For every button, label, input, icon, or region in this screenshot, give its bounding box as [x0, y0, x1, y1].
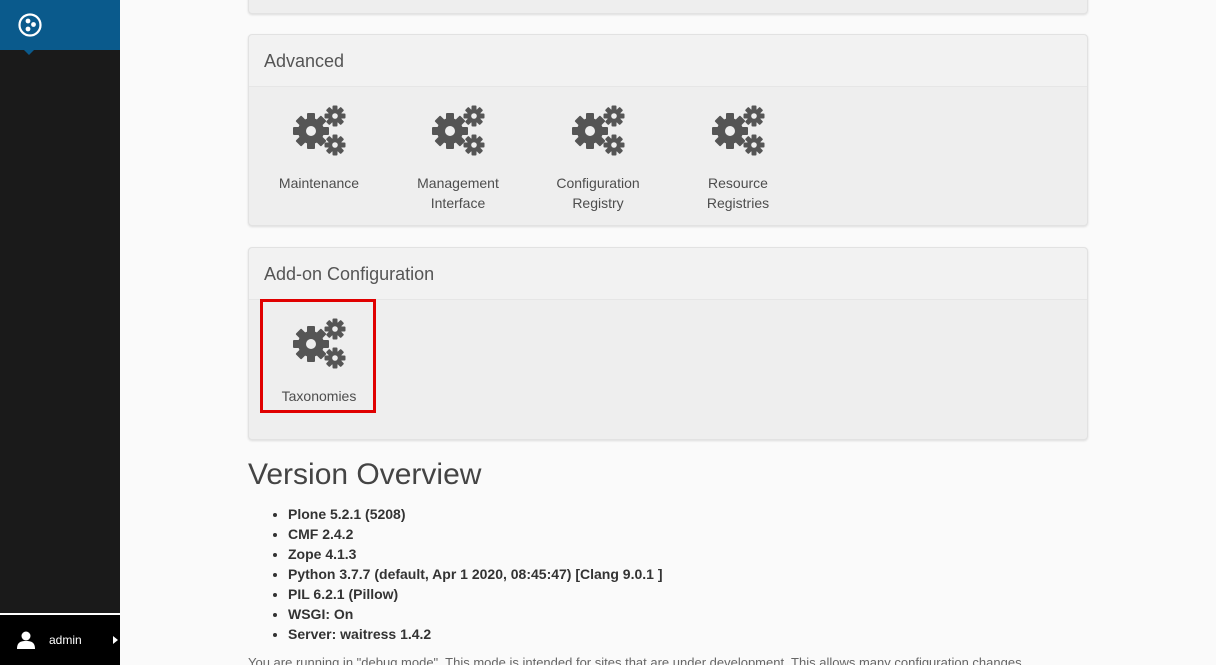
tile-resource-registries[interactable]: Resource Registries — [678, 105, 798, 213]
user-name-label: admin — [49, 633, 82, 647]
tile-management-interface[interactable]: Management Interface — [398, 105, 518, 213]
debug-mode-note: You are running in "debug mode". This mo… — [248, 655, 1022, 665]
tile-label-line1: Management — [417, 175, 499, 191]
version-item: CMF 2.4.2 — [288, 524, 663, 544]
previous-panel — [248, 0, 1088, 14]
version-item: Plone 5.2.1 (5208) — [288, 504, 663, 524]
advanced-panel: Advanced Maintenance Management Interfac… — [248, 34, 1088, 226]
tile-label: Resource Registries — [678, 173, 798, 213]
gears-icon — [712, 105, 765, 156]
version-item: Server: waitress 1.4.2 — [288, 624, 663, 644]
chevron-right-icon — [113, 636, 118, 644]
version-list: Plone 5.2.1 (5208) CMF 2.4.2 Zope 4.1.3 … — [288, 504, 663, 644]
version-item: WSGI: On — [288, 604, 663, 624]
tile-label-line1: Resource — [708, 175, 768, 191]
tile-label: Maintenance — [278, 175, 360, 191]
gears-icon — [572, 105, 625, 156]
user-icon — [17, 631, 35, 649]
tile-label: Management Interface — [398, 173, 518, 213]
version-item: PIL 6.2.1 (Pillow) — [288, 584, 663, 604]
tile-label: Configuration Registry — [538, 173, 658, 213]
plone-toolbar: admin — [0, 0, 120, 665]
highlight-box — [260, 299, 376, 413]
tile-label-line1: Configuration — [556, 175, 640, 191]
tile-configuration-registry[interactable]: Configuration Registry — [538, 105, 658, 213]
version-item: Python 3.7.7 (default, Apr 1 2020, 08:45… — [288, 564, 663, 584]
version-item: Zope 4.1.3 — [288, 544, 663, 564]
addon-panel-title: Add-on Configuration — [249, 248, 1087, 300]
tile-label-line2: Interface — [430, 195, 486, 211]
gears-icon — [432, 105, 485, 156]
gears-icon — [293, 105, 346, 156]
version-overview-heading: Version Overview — [248, 458, 482, 491]
plone-logo-icon — [18, 13, 42, 37]
tile-label-line2: Registries — [706, 195, 770, 211]
user-menu[interactable]: admin — [0, 613, 120, 665]
tile-maintenance[interactable]: Maintenance — [259, 105, 379, 193]
tile-label-line2: Registry — [572, 195, 624, 211]
advanced-panel-title: Advanced — [249, 35, 1087, 87]
plone-logo-button[interactable] — [0, 0, 120, 55]
